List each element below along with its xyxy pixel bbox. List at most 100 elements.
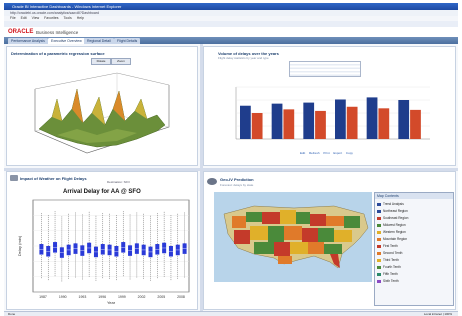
legend-label: Southeast Region bbox=[383, 216, 409, 220]
legend-swatch bbox=[377, 216, 381, 220]
legend-swatch bbox=[377, 279, 381, 283]
legend-item[interactable]: Northeast Region bbox=[377, 208, 451, 215]
bar bbox=[315, 110, 326, 139]
menu-favorites[interactable]: Favorites bbox=[44, 16, 58, 20]
x-axis-label: Year bbox=[107, 300, 116, 305]
link-edit[interactable]: Edit bbox=[300, 151, 305, 155]
x-tick-label: 2002 bbox=[138, 295, 146, 299]
map-legend-panel: Map Contents Trend Analysis Northeast Reg… bbox=[374, 192, 454, 306]
legend-swatch bbox=[377, 265, 381, 269]
legend-label: Mountain Region bbox=[383, 237, 408, 241]
legend-item[interactable]: Mountain Region bbox=[377, 236, 451, 243]
panel-weather-impact: Impact of Weather on Flight Delays Desti… bbox=[6, 171, 198, 310]
legend-label: Fifth Tenth bbox=[383, 272, 398, 276]
legend-label: First Tenth bbox=[383, 244, 398, 248]
link-refresh[interactable]: Refresh bbox=[309, 151, 320, 155]
link-print[interactable]: Print bbox=[323, 151, 329, 155]
menu-help[interactable]: Help bbox=[77, 16, 84, 20]
panel-title: Impact of Weather on Flight Delays bbox=[20, 176, 87, 181]
x-tick-label: 2008 bbox=[177, 295, 185, 299]
bar bbox=[378, 108, 390, 139]
status-left: Done bbox=[8, 312, 16, 316]
legend-label: Fourth Tenth bbox=[383, 265, 401, 269]
zoom-button[interactable]: Zoom bbox=[111, 58, 131, 65]
menu-file[interactable]: File bbox=[10, 16, 16, 20]
legend-swatch bbox=[377, 230, 381, 234]
x-tick-label: 1993 bbox=[79, 295, 87, 299]
menu-edit[interactable]: Edit bbox=[21, 16, 27, 20]
legend-item[interactable]: Midwest Region bbox=[377, 222, 451, 229]
x-tick-label: 1999 bbox=[118, 295, 126, 299]
y-axis-label: Delay (min) bbox=[17, 235, 22, 256]
panel-title: Determination of a parametric regression… bbox=[11, 51, 105, 56]
legend-label: Sixth Tenth bbox=[383, 279, 399, 283]
legend-item[interactable]: Western Region bbox=[377, 229, 451, 236]
link-export[interactable]: Export bbox=[333, 151, 342, 155]
panel-title: Geo-IV Prediction bbox=[220, 177, 254, 182]
legend-swatch bbox=[377, 244, 381, 248]
surface-plot bbox=[34, 72, 170, 154]
panel-subtitle: Flight delay statistics by year and type bbox=[218, 56, 269, 60]
legend-swatch bbox=[377, 258, 381, 262]
legend-item[interactable]: Sixth Tenth bbox=[377, 278, 451, 285]
bar bbox=[251, 113, 263, 139]
x-tick-label: 1990 bbox=[59, 295, 67, 299]
bar bbox=[346, 106, 358, 139]
legend-swatch bbox=[377, 209, 381, 213]
legend-label: Western Region bbox=[383, 230, 406, 234]
legend-swatch bbox=[377, 251, 381, 255]
bar bbox=[366, 97, 378, 139]
bar bbox=[240, 105, 251, 139]
destination-label: Destination: SFO bbox=[107, 180, 130, 184]
rotate-button[interactable]: Rotate bbox=[91, 58, 111, 65]
dashboard-tabs: Performance Analysis Executive Overview … bbox=[4, 37, 458, 44]
report-links: Edit Refresh Print Export Copy bbox=[300, 151, 353, 155]
oracle-logo: ORACLE bbox=[8, 29, 34, 35]
product-name: Business Intelligence bbox=[36, 30, 79, 35]
bar bbox=[303, 102, 315, 139]
legend-swatch bbox=[377, 223, 381, 227]
bar bbox=[335, 99, 346, 139]
panel-regression-surface: Determination of a parametric regression… bbox=[6, 46, 198, 166]
status-bar: Done Local intranet | 100% bbox=[4, 311, 458, 316]
legend-item[interactable]: Fourth Tenth bbox=[377, 264, 451, 271]
summary-table bbox=[289, 61, 361, 77]
legend-item[interactable]: Southeast Region bbox=[377, 215, 451, 222]
us-map[interactable] bbox=[214, 192, 372, 282]
status-right: Local intranet | 100% bbox=[423, 312, 452, 316]
menu-view[interactable]: View bbox=[32, 16, 40, 20]
x-tick-label: 1996 bbox=[98, 295, 106, 299]
legend-label: Midwest Region bbox=[383, 223, 406, 227]
bar bbox=[398, 100, 410, 139]
bar bbox=[410, 109, 421, 139]
window-title: Oracle BI Interactive Dashboards - Windo… bbox=[12, 4, 122, 9]
address-url[interactable]: http://oraclebi.us.oracle.com/analytics/… bbox=[10, 11, 99, 15]
link-copy[interactable]: Copy bbox=[346, 151, 353, 155]
bar bbox=[283, 109, 295, 139]
legend-label: Third Tenth bbox=[383, 258, 399, 262]
legend-item[interactable]: Trend Analysis bbox=[377, 201, 451, 208]
bar-chart bbox=[235, 86, 430, 140]
bar bbox=[271, 103, 283, 139]
panel-delay-volume: Volume of delays over the years Flight d… bbox=[203, 46, 456, 166]
legend-item[interactable]: First Tenth bbox=[377, 243, 451, 250]
legend-label: Second Tenth bbox=[383, 251, 403, 255]
legend-swatch bbox=[377, 272, 381, 276]
panel-geo-prediction: Geo-IV Prediction Forecast: delays by st… bbox=[203, 171, 456, 310]
legend-item[interactable]: Fifth Tenth bbox=[377, 271, 451, 278]
legend-swatch bbox=[377, 237, 381, 241]
legend-swatch bbox=[377, 202, 381, 206]
menu-tools[interactable]: Tools bbox=[64, 16, 72, 20]
legend-item[interactable]: Third Tenth bbox=[377, 257, 451, 264]
legend-label: Trend Analysis bbox=[383, 202, 404, 206]
box-plot-chart: 1987 1990 1993 1996 1999 2002 2005 2008 Year Dela… bbox=[17, 199, 190, 305]
box-chart-title: Arrival Delay for AA @ SFO bbox=[63, 189, 141, 195]
panel-subtitle: Forecast: delays by state bbox=[220, 183, 254, 187]
x-tick-label: 1987 bbox=[39, 295, 47, 299]
window-title-bar: Oracle BI Interactive Dashboards - Windo… bbox=[4, 3, 458, 10]
weather-icon bbox=[10, 175, 18, 181]
globe-icon bbox=[207, 178, 217, 185]
legend-item[interactable]: Second Tenth bbox=[377, 250, 451, 257]
legend-label: Northeast Region bbox=[383, 209, 408, 213]
x-tick-label: 2005 bbox=[157, 295, 165, 299]
